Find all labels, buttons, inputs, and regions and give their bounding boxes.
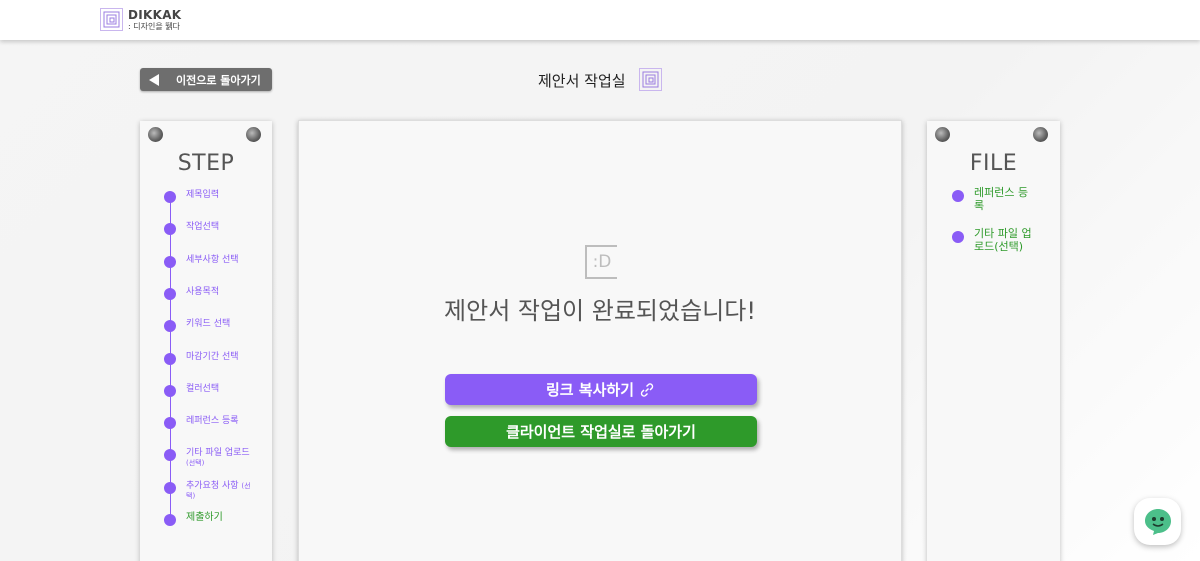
return-button-label: 클라이언트 작업실로 돌아가기 [506,423,696,441]
step-item-deadline[interactable]: 마감기간 선택 [164,352,256,365]
file-label: 레퍼런스 등록 [974,186,1029,212]
step-dot [164,223,176,235]
step-label: 제목입력 [186,190,220,200]
step-item-details[interactable]: 세부사항 선택 [164,255,256,268]
workroom-logo-icon [639,68,662,91]
step-dot [164,320,176,332]
step-item-extra-request[interactable]: 추가요청 사항 (선택) [164,481,256,501]
step-label: 기타 파일 업로드 (선택) [186,448,256,468]
dikkak-logo-icon[interactable] [100,8,123,31]
step-dot [164,191,176,203]
file-item-other-upload[interactable]: 기타 파일 업로드(선택) [952,227,1034,253]
link-icon [640,382,654,397]
step-label: 사용목적 [186,287,220,297]
step-item-keyword[interactable]: 키워드 선택 [164,319,256,332]
pushpin-icon [148,127,163,142]
file-item-reference[interactable]: 레퍼런스 등록 [952,186,1034,212]
pushpin-icon [935,127,950,142]
step-label: 제출하기 [186,512,223,523]
step-label: 레퍼런스 등록 [186,416,239,426]
step-item-work[interactable]: 작업선택 [164,222,256,235]
top-bar: DIKKAK : 디자인을 뛝다 [0,0,1200,40]
step-item-file-upload[interactable]: 기타 파일 업로드 (선택) [164,448,256,468]
return-to-client-workroom-button[interactable]: 클라이언트 작업실로 돌아가기 [445,416,757,447]
file-label: 기타 파일 업로드(선택) [974,227,1032,253]
brand-name[interactable]: DIKKAK [128,8,181,22]
step-item-reference[interactable]: 레퍼런스 등록 [164,416,256,429]
step-heading: STEP [177,151,235,176]
step-label: 작업선택 [186,222,220,232]
step-panel: STEP 제목입력 작업선택 세부사항 선택 사용목적 키워드 선택 마감기간 … [140,121,272,561]
step-label: 추가요청 사항 (선택) [186,481,256,501]
step-dot [164,449,176,461]
step-item-title[interactable]: 제목입력 [164,190,256,203]
completion-message: 제안서 작업이 완료되었습니다! [444,297,756,325]
step-dot [164,417,176,429]
triangle-left-icon [149,73,159,86]
chat-bot-icon [1144,508,1171,535]
back-button[interactable]: 이전으로 돌아가기 [140,68,272,91]
copy-link-button[interactable]: 링크 복사하기 [445,374,757,405]
file-heading: FILE [969,151,1018,176]
step-dot [164,256,176,268]
pushpin-icon [246,127,261,142]
completion-panel: :D 제안서 작업이 완료되었습니다! 링크 복사하기 클라이언트 작업실로 돌… [298,120,902,561]
step-label: 세부사항 선택 [186,255,239,265]
step-label-text: 추가요청 사항 [186,481,239,491]
file-dot [952,231,964,243]
chat-bot-button[interactable] [1134,498,1181,545]
page-title: 제안서 작업실 [538,72,626,90]
step-item-submit[interactable]: 제출하기 [164,513,256,526]
back-button-label: 이전으로 돌아가기 [176,73,261,87]
step-label: 컬러선택 [186,384,220,394]
step-dot [164,353,176,365]
file-panel: FILE 레퍼런스 등록 기타 파일 업로드(선택) [927,121,1060,561]
step-dot [164,385,176,397]
dikkak-mark-icon: :D [585,245,617,279]
file-dot [952,190,964,202]
step-dot [164,514,176,526]
step-label-text: 기타 파일 업로드 [186,448,250,458]
pushpin-icon [1033,127,1048,142]
step-item-color[interactable]: 컬러선택 [164,384,256,397]
step-label: 마감기간 선택 [186,352,239,362]
brand-tagline: : 디자인을 뛝다 [128,22,180,31]
step-label: 키워드 선택 [186,319,231,329]
step-item-purpose[interactable]: 사용목적 [164,287,256,300]
step-dot [164,482,176,494]
step-label-note: (선택) [186,459,205,467]
copy-link-label: 링크 복사하기 [545,381,635,399]
step-dot [164,288,176,300]
